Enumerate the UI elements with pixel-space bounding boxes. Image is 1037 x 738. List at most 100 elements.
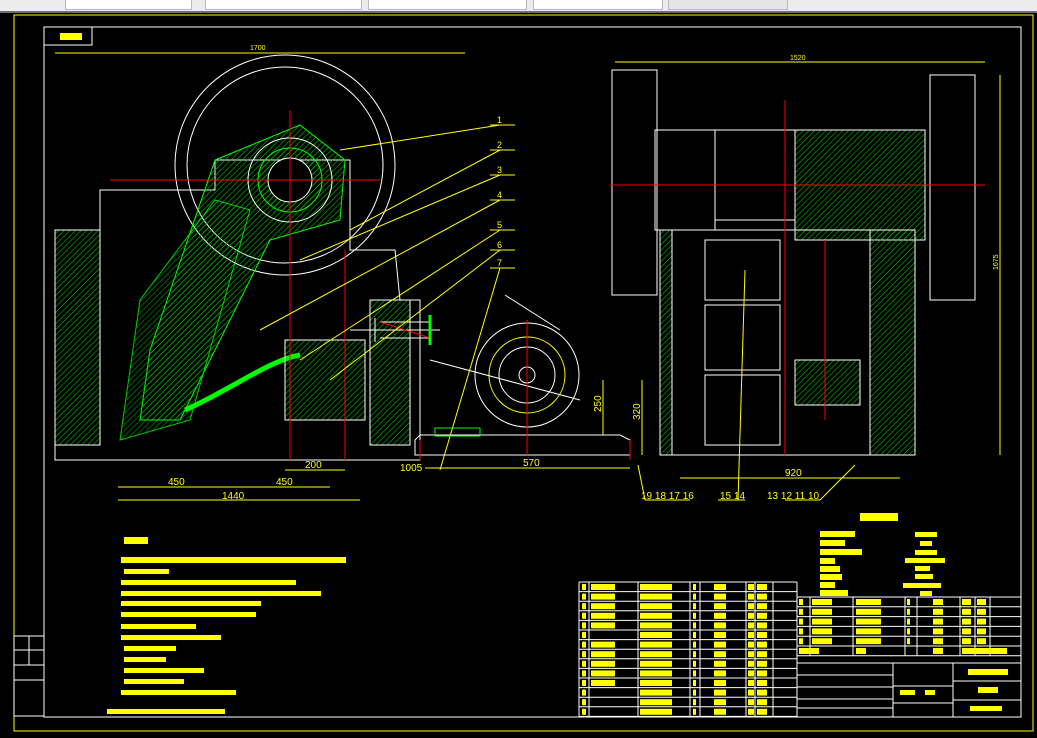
table-cell-text: [757, 641, 767, 648]
table-cell-text: [907, 618, 910, 625]
table-cell-text: [693, 689, 696, 696]
dim-1005: 1005: [400, 463, 423, 474]
table-cell-text: [933, 628, 943, 635]
table-cell-text: [714, 660, 726, 667]
table-cell-text: [693, 670, 696, 677]
table-cell-text: [757, 708, 767, 715]
dim-200: 200: [305, 460, 322, 471]
table-cell-text: [757, 593, 767, 600]
dim-570: 570: [523, 458, 540, 469]
table-cell-text: [714, 584, 726, 590]
table-cell-text: [714, 670, 726, 677]
table-cell-text: [714, 651, 726, 658]
table-cell-text: [582, 660, 586, 667]
table-cell-text: [748, 689, 754, 696]
table-cell-text: [977, 628, 986, 635]
table-cell-text: [714, 680, 726, 686]
table-cell-text: [640, 603, 672, 610]
table-cell-text: [640, 651, 672, 658]
technical-requirements: [107, 537, 346, 714]
table-cell-text: [714, 603, 726, 610]
table-cell-text: [693, 641, 696, 648]
table-cell-text: [962, 618, 971, 625]
table-cell-text: [757, 699, 767, 706]
table-cell-text: [962, 638, 971, 645]
table-cell-text: [591, 651, 615, 658]
table-cell-text: [591, 612, 615, 619]
table-cell-text: [714, 612, 726, 619]
table-cell-text: [757, 612, 767, 619]
table-cell-text: [856, 638, 881, 645]
table-cell-text: [714, 708, 726, 715]
table-cell-text: [748, 660, 754, 667]
dim-450-right: 450: [276, 477, 293, 488]
dim-1675: 1675: [993, 254, 1000, 270]
balloon-1: 1: [497, 115, 502, 125]
table-cell-text: [799, 608, 803, 615]
cad-drawing-canvas[interactable]: 1 2 3 4 5 6 7 1700 1520 1675 1440 450 45…: [0, 0, 1037, 738]
table-cell-text: [693, 660, 696, 667]
table-cell-text: [933, 648, 943, 654]
crusher-front-view: [610, 69, 985, 456]
balloons-15-14: 15 14: [720, 491, 745, 502]
table-cell-text: [693, 612, 696, 619]
table-cell-text: [640, 612, 672, 619]
table-cell-text: [693, 708, 696, 715]
crusher-side-view: [54, 54, 440, 461]
balloon-2: 2: [497, 140, 502, 150]
table-cell-text: [714, 632, 726, 638]
table-cell-text: [748, 699, 754, 706]
table-cell-text: [757, 670, 767, 677]
table-cell-text: [591, 680, 615, 686]
balloon-7: 7: [497, 258, 502, 268]
table-cell-text: [582, 632, 586, 638]
table-cell-text: [977, 599, 986, 605]
table-cell-text: [582, 622, 586, 629]
table-cell-text: [856, 648, 866, 654]
table-cell-text: [799, 628, 803, 635]
table-cell-text: [748, 680, 754, 686]
balloons-13-10: 13 12 11 10: [767, 491, 820, 502]
table-cell-text: [757, 632, 767, 638]
table-cell-text: [757, 622, 767, 629]
dim-1520: 1520: [790, 55, 806, 62]
table-cell-text: [640, 584, 672, 590]
table-cell-text: [748, 651, 754, 658]
dim-920: 920: [785, 468, 802, 479]
table-cell-text: [582, 593, 586, 600]
table-cell-text: [582, 708, 586, 715]
table-cell-text: [640, 699, 672, 706]
table-cell-text: [640, 632, 672, 638]
table-cell-text: [748, 632, 754, 638]
table-cell-text: [591, 660, 615, 667]
title-block-text: [900, 669, 1008, 711]
table-cell-text: [693, 651, 696, 658]
dim-250: 250: [593, 395, 604, 412]
table-cell-text: [640, 622, 672, 629]
table-cell-text: [748, 593, 754, 600]
dim-450-left: 450: [168, 477, 185, 488]
table-cell-text: [714, 593, 726, 600]
table-cell-text: [962, 628, 971, 635]
table-cell-text: [693, 632, 696, 638]
table-cell-text: [907, 638, 910, 645]
table-cell-text: [812, 638, 832, 645]
revision-strip: [13, 635, 45, 717]
table-cell-text: [799, 638, 803, 645]
table-cell-text: [757, 660, 767, 667]
balloon-5: 5: [497, 220, 502, 230]
table-cell-text: [856, 618, 881, 625]
table-cell-text: [812, 628, 832, 635]
table-cell-text: [693, 699, 696, 706]
table-cell-text: [640, 641, 672, 648]
table-cell-text: [799, 648, 819, 654]
motor-view: [414, 294, 631, 460]
table-cell-text: [591, 593, 615, 600]
table-cell-text: [757, 651, 767, 658]
table-cell-text: [933, 638, 943, 645]
table-cell-text: [748, 622, 754, 629]
table-cell-text: [640, 689, 672, 696]
table-cell-text: [856, 628, 881, 635]
table-cell-text: [693, 622, 696, 629]
table-cell-text: [812, 599, 832, 605]
